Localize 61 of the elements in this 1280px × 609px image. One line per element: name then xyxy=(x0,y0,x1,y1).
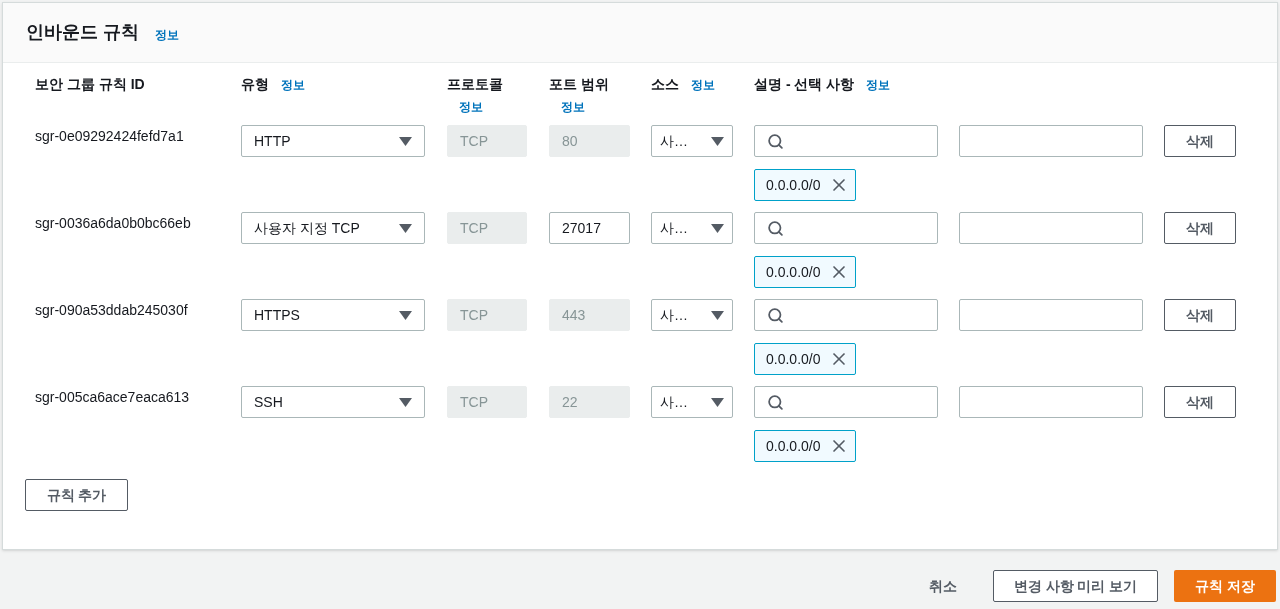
protocol-field: TCP xyxy=(447,299,527,331)
search-field[interactable] xyxy=(754,299,938,331)
add-rule-button[interactable]: 규칙 추가 xyxy=(25,479,128,511)
search-icon xyxy=(767,393,784,411)
search-icon xyxy=(767,132,784,150)
rule-id: sgr-0036a6da0b0bc66eb xyxy=(35,214,192,233)
cancel-button[interactable]: 취소 xyxy=(909,570,977,602)
type-dropdown[interactable]: SSH xyxy=(241,386,425,418)
info-link[interactable]: 정보 xyxy=(866,74,891,96)
caret-icon xyxy=(399,397,412,407)
column-header: 유형 xyxy=(241,76,269,92)
panel-title: 인바운드 규칙 xyxy=(26,21,139,44)
info-link[interactable]: 정보 xyxy=(281,74,305,96)
delete-button[interactable]: 삭제 xyxy=(1164,299,1236,331)
cidr-text: 0.0.0.0/0 xyxy=(766,262,821,282)
cidr-text: 0.0.0.0/0 xyxy=(766,436,821,456)
caret-icon xyxy=(399,310,412,320)
info-link[interactable]: 정보 xyxy=(691,74,715,96)
rule-id: sgr-005ca6ace7eaca613 xyxy=(35,388,191,407)
caret-icon xyxy=(711,223,724,233)
port-field[interactable]: 27017 xyxy=(549,212,630,244)
search-field[interactable] xyxy=(754,212,938,244)
type-dropdown[interactable]: HTTPS xyxy=(241,299,425,331)
column-header: 보안 그룹 규칙 ID xyxy=(35,76,145,92)
delete-button[interactable]: 삭제 xyxy=(1164,125,1236,157)
source-dropdown[interactable]: 사… xyxy=(651,212,733,244)
delete-button[interactable]: 삭제 xyxy=(1164,386,1236,418)
caret-icon xyxy=(399,136,412,146)
type-dropdown[interactable]: 사용자 지정 TCP xyxy=(241,212,425,244)
type-dropdown[interactable]: HTTP xyxy=(241,125,425,157)
search-field[interactable] xyxy=(754,125,938,157)
info-link[interactable]: 정보 xyxy=(459,96,483,118)
column-header: 소스 xyxy=(651,76,679,92)
source-dropdown[interactable]: 사… xyxy=(651,125,733,157)
rule-id: sgr-0e09292424fefd7a1 xyxy=(35,127,185,146)
protocol-field: TCP xyxy=(447,386,527,418)
source-dropdown[interactable]: 사… xyxy=(651,386,733,418)
rule-id: sgr-090a53ddab245030f xyxy=(35,301,189,320)
column-header: 포트 범위 xyxy=(549,76,609,92)
column-header: 프로토콜 xyxy=(447,76,503,92)
column-header: 설명 - 선택 사항 xyxy=(754,76,855,92)
search-field[interactable] xyxy=(754,386,938,418)
caret-icon xyxy=(711,310,724,320)
search-icon xyxy=(767,219,784,237)
description-field[interactable] xyxy=(959,386,1143,418)
search-icon xyxy=(767,306,784,324)
cidr-text: 0.0.0.0/0 xyxy=(766,175,821,195)
info-link[interactable]: 정보 xyxy=(155,25,179,44)
caret-icon xyxy=(399,223,412,233)
description-field[interactable] xyxy=(959,125,1143,157)
preview-button[interactable]: 변경 사항 미리 보기 xyxy=(993,570,1158,602)
delete-button[interactable]: 삭제 xyxy=(1164,212,1236,244)
protocol-field: TCP xyxy=(447,125,527,157)
description-field[interactable] xyxy=(959,212,1143,244)
info-link[interactable]: 정보 xyxy=(561,96,585,118)
protocol-field: TCP xyxy=(447,212,527,244)
caret-icon xyxy=(711,136,724,146)
caret-icon xyxy=(711,397,724,407)
description-field[interactable] xyxy=(959,299,1143,331)
source-dropdown[interactable]: 사… xyxy=(651,299,733,331)
cidr-text: 0.0.0.0/0 xyxy=(766,349,821,369)
